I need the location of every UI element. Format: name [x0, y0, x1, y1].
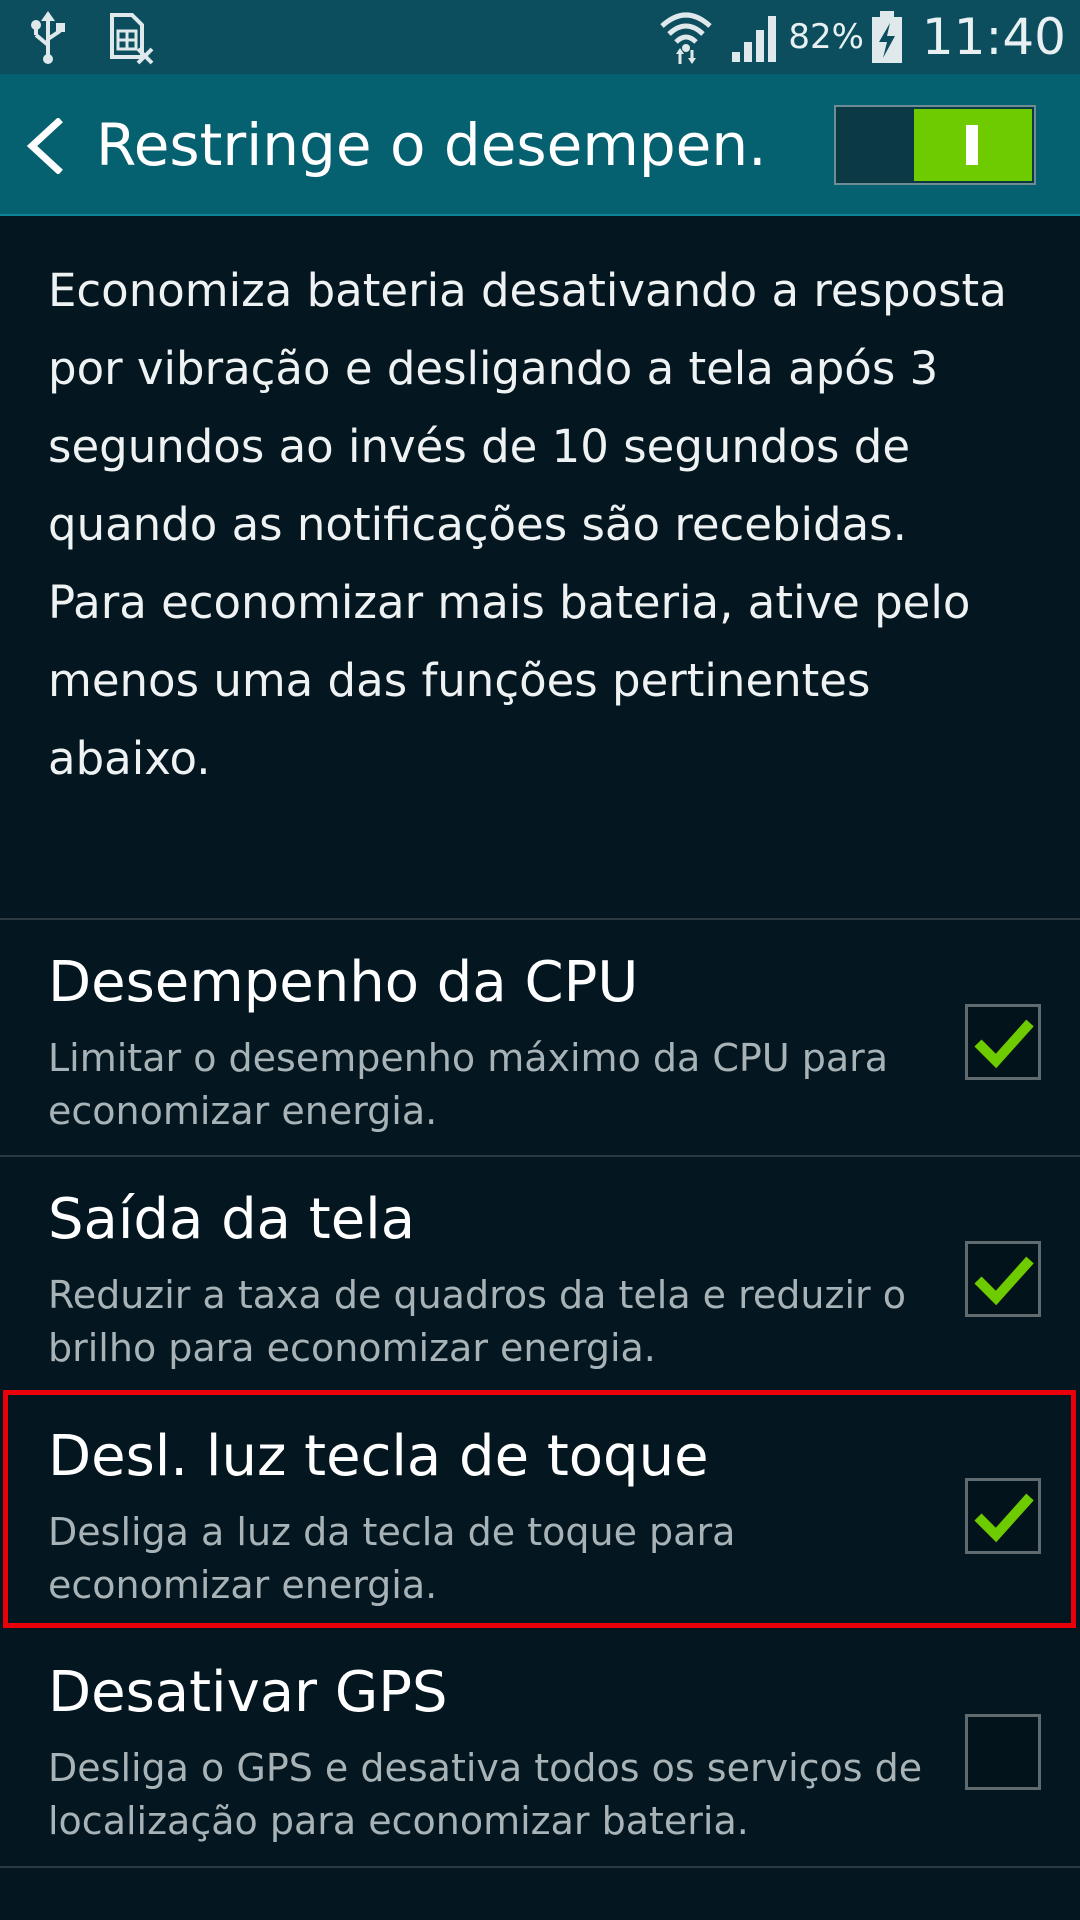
sim-card-blocked-icon — [108, 11, 156, 65]
toggle-knob — [914, 109, 1032, 181]
status-bar: 82% 11:40 — [0, 0, 1080, 74]
checkmark-icon — [974, 1019, 1034, 1069]
option-screen-output[interactable]: Saída da tela Reduzir a taxa de quadros … — [0, 1157, 1080, 1393]
usb-icon — [28, 11, 68, 65]
master-toggle-switch[interactable] — [834, 105, 1036, 185]
checkbox-screen-output[interactable] — [965, 1241, 1041, 1317]
status-clock: 11:40 — [921, 8, 1066, 66]
chevron-left-icon[interactable] — [22, 117, 72, 175]
battery-charging-icon — [870, 9, 904, 65]
option-title: Saída da tela — [48, 1187, 416, 1252]
description-paragraph-1: Economiza bateria desativando a resposta… — [48, 264, 1007, 551]
description-paragraph-2: Para economizar mais bateria, ative pelo… — [48, 576, 971, 785]
toggle-on-mark — [966, 125, 978, 165]
checkmark-icon — [974, 1493, 1034, 1543]
divider — [0, 1866, 1080, 1868]
checkbox-disable-gps[interactable] — [965, 1714, 1041, 1790]
status-right-icons: 82% 11:40 — [660, 0, 1066, 74]
action-bar: Restringe o desempen. — [0, 74, 1080, 216]
battery-percentage: 82% — [788, 17, 864, 57]
option-title: Desativar GPS — [48, 1660, 448, 1725]
checkmark-icon — [974, 1256, 1034, 1306]
checkbox-touch-key-light[interactable] — [965, 1478, 1041, 1554]
option-title: Desl. luz tecla de toque — [48, 1424, 709, 1489]
option-touch-key-light[interactable]: Desl. luz tecla de toque Desliga a luz d… — [0, 1394, 1080, 1630]
status-left-icons — [28, 10, 156, 66]
feature-description: Economiza bateria desativando a resposta… — [48, 252, 1038, 798]
checkbox-cpu-performance[interactable] — [965, 1004, 1041, 1080]
option-summary: Desliga o GPS e desativa todos os serviç… — [48, 1746, 923, 1843]
option-summary: Desliga a luz da tecla de toque para eco… — [48, 1510, 736, 1607]
option-summary: Reduzir a taxa de quadros da tela e redu… — [48, 1273, 906, 1370]
wifi-icon — [660, 10, 713, 64]
option-disable-gps[interactable]: Desativar GPS Desliga o GPS e desativa t… — [0, 1630, 1080, 1866]
option-title: Desempenho da CPU — [48, 950, 639, 1015]
page-title: Restringe o desempen. — [96, 111, 767, 179]
signal-icon — [730, 10, 780, 64]
option-cpu-performance[interactable]: Desempenho da CPU Limitar o desempenho m… — [0, 920, 1080, 1156]
option-summary: Limitar o desempenho máximo da CPU para … — [48, 1036, 889, 1133]
